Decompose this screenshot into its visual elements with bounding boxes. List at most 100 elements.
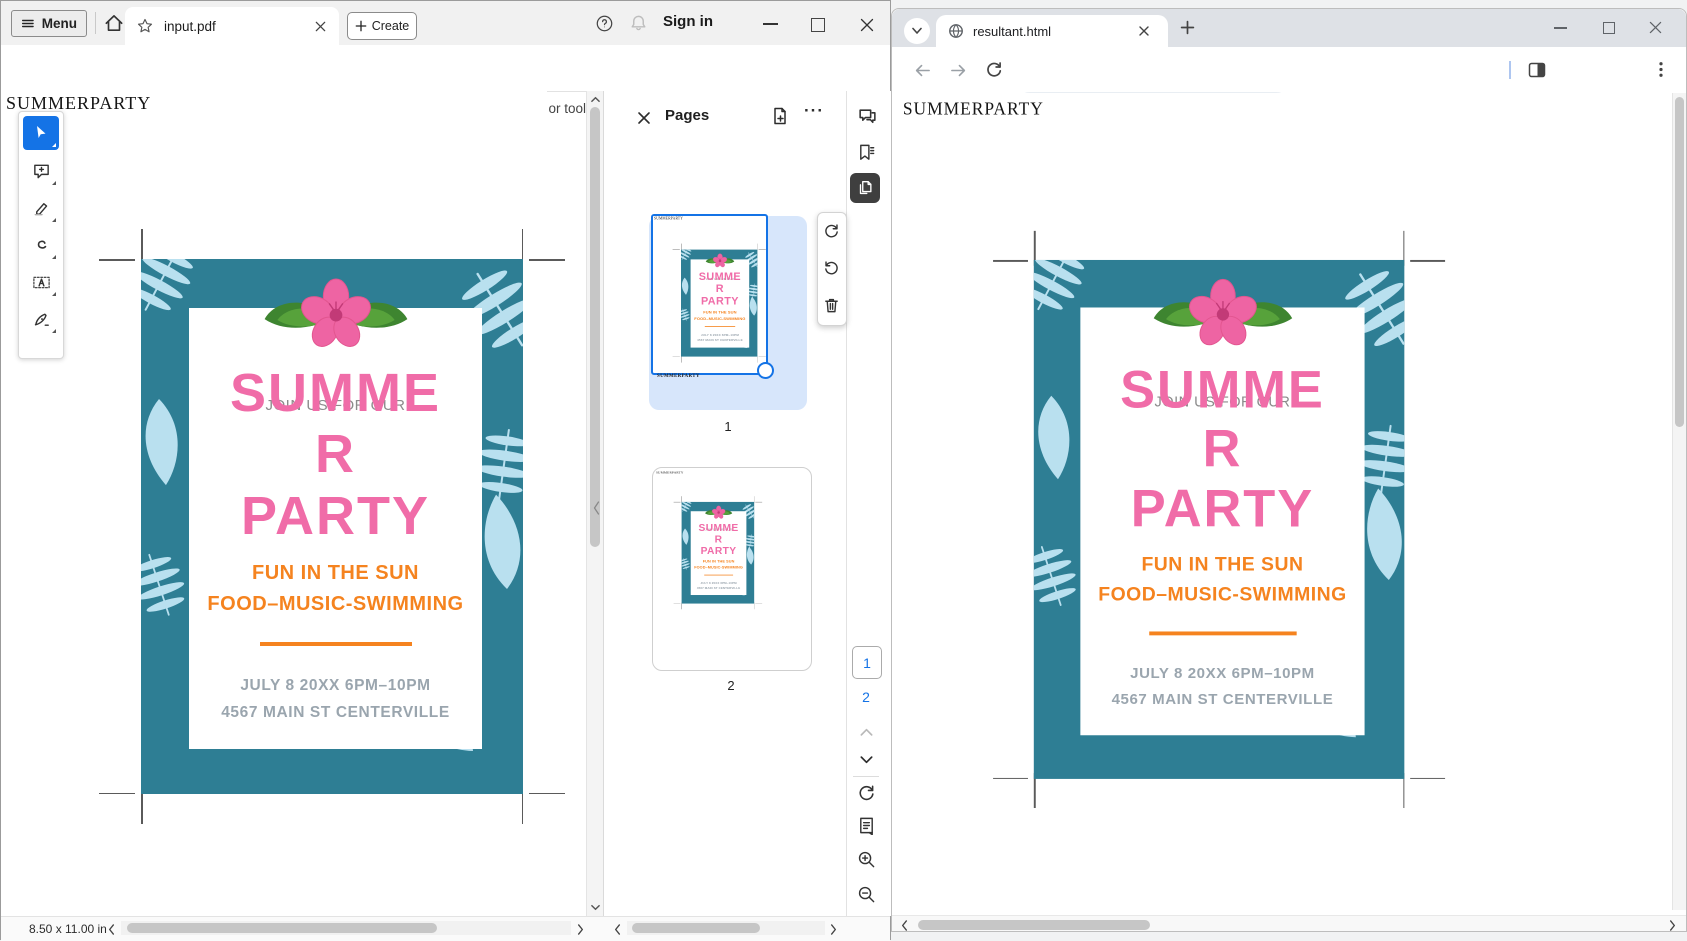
bell-icon	[629, 14, 648, 33]
tab-search-button[interactable]	[904, 18, 930, 44]
select-tool-button[interactable]	[23, 116, 59, 150]
summer-party-flyer: JOIN US FOR OUR SUMME R PARTY FUN IN THE…	[681, 250, 757, 357]
crop-mark	[529, 793, 565, 795]
side-panel-icon[interactable]	[1528, 61, 1546, 79]
flyer-tagline1: FUN IN THE SUN	[189, 562, 482, 585]
close-window-button[interactable]	[1649, 21, 1662, 34]
browser-vertical-scrollbar[interactable]	[1672, 93, 1687, 910]
flyer-title-line2: R	[189, 422, 482, 486]
acrobat-document-view: SUMMERPARTY	[1, 91, 547, 871]
rendered-html-page: SUMMERPARTY	[898, 97, 1428, 854]
maximize-button[interactable]	[1603, 22, 1615, 34]
scroll-down-arrow[interactable]	[591, 903, 600, 912]
panel-hscroll-thumb[interactable]	[632, 923, 760, 933]
flyer-address: 4567 MAIN ST CENTERVILLE	[691, 339, 750, 343]
panel-hscroll-right-arrow[interactable]	[829, 924, 838, 935]
browser-horizontal-scrollbar[interactable]	[892, 915, 1686, 932]
page-artifact-text: SUMMERPARTY	[903, 99, 1044, 119]
scroll-up-arrow[interactable]	[591, 95, 600, 104]
bookmarks-panel-icon[interactable]	[857, 143, 876, 162]
current-page-number: 1	[863, 655, 871, 671]
page1-thumbnail[interactable]: SUMMERPARTY	[653, 216, 762, 372]
current-page-indicator[interactable]: 1	[852, 646, 882, 679]
highlight-tool-button[interactable]	[23, 191, 59, 225]
fill-sign-pen-icon	[32, 310, 51, 329]
comment-tool-button[interactable]	[23, 154, 59, 188]
fill-sign-tool-button[interactable]	[23, 302, 59, 336]
flyer-title-line1: SUMME	[691, 522, 747, 533]
page-display-icon[interactable]	[857, 816, 876, 835]
star-icon[interactable]	[136, 17, 154, 35]
page2-thumbnail[interactable]: SUMMERPARTY	[655, 470, 759, 618]
panel-hscroll-left-arrow[interactable]	[613, 924, 622, 935]
acrobat-titlebar: Menu input.pdf Create Sign in	[1, 1, 890, 45]
crop-mark	[529, 259, 565, 261]
sign-in-link[interactable]: Sign in	[663, 13, 713, 30]
notifications-button[interactable]	[629, 14, 648, 33]
close-window-button[interactable]	[860, 18, 874, 32]
tab-close-icon[interactable]	[1138, 25, 1150, 37]
close-panel-icon[interactable]	[637, 111, 651, 125]
browser-hscroll-thumb[interactable]	[918, 920, 1150, 930]
draw-tool-button[interactable]	[23, 228, 59, 262]
hscroll-right-arrow[interactable]	[576, 924, 585, 935]
panel-horizontal-scrollbar[interactable]	[627, 921, 825, 935]
page1-selection-box[interactable]: SUMMERPARTY	[651, 214, 768, 375]
hscroll-left-arrow[interactable]	[107, 924, 116, 935]
document-horizontal-scrollbar[interactable]	[121, 921, 571, 935]
browser-window: resultant.html File D:/Groupdocs/groupdo…	[891, 8, 1687, 932]
zoom-in-icon[interactable]	[857, 850, 876, 869]
insert-page-icon[interactable]	[770, 106, 790, 126]
rotate-clockwise-icon[interactable]	[823, 223, 840, 240]
zoom-out-icon[interactable]	[857, 885, 876, 904]
rail-divider	[853, 776, 879, 777]
next-page-chevron[interactable]	[859, 752, 874, 767]
hscroll-right-arrow[interactable]	[1668, 920, 1677, 931]
chevron-down-icon	[912, 27, 922, 35]
back-icon[interactable]	[914, 62, 931, 79]
rotate-counterclockwise-icon[interactable]	[823, 260, 840, 277]
flyer-title-line2: R	[1080, 418, 1364, 480]
menu-button[interactable]: Menu	[11, 10, 87, 37]
extension-divider	[1509, 61, 1511, 79]
browser-tab[interactable]: resultant.html	[936, 15, 1168, 47]
quick-tools-rail	[18, 111, 64, 359]
create-button[interactable]: Create	[347, 12, 417, 40]
page2-jump-label[interactable]: 2	[859, 689, 873, 705]
flyer-card: JOIN US FOR OUR SUMME R PARTY FUN IN THE…	[691, 259, 750, 347]
kebab-menu-icon[interactable]	[1653, 60, 1669, 79]
pages-panel-toggle-active[interactable]	[850, 173, 880, 203]
forward-icon[interactable]	[950, 62, 967, 79]
document-tab[interactable]: input.pdf	[125, 7, 339, 45]
selection-resize-handle[interactable]	[757, 362, 774, 379]
maximize-button[interactable]	[811, 18, 825, 32]
flyer-title-line3: PARTY	[691, 295, 750, 307]
new-tab-icon[interactable]	[1180, 20, 1195, 35]
comments-panel-icon[interactable]	[857, 106, 878, 127]
panel-more-options[interactable]: ···	[804, 101, 824, 121]
flyer-title-line1: SUMME	[189, 364, 482, 422]
add-text-tool-button[interactable]	[23, 265, 59, 299]
page2-artifact-preview: SUMMERPARTY	[657, 374, 700, 379]
page1-number-label: 1	[649, 419, 807, 434]
panel-collapse-handle[interactable]	[592, 501, 601, 515]
flyer-address: 4567 MAIN ST CENTERVILLE	[691, 586, 747, 589]
minimize-button[interactable]	[1554, 27, 1567, 29]
delete-page-icon[interactable]	[823, 297, 840, 314]
minimize-button[interactable]	[763, 23, 778, 25]
reload-icon[interactable]	[985, 61, 1003, 79]
flyer-date: JULY 8 20XX 6PM–10PM	[691, 581, 747, 584]
refresh-icon[interactable]	[857, 784, 876, 803]
hscroll-thumb[interactable]	[127, 923, 437, 933]
help-button[interactable]	[595, 14, 614, 33]
vertical-scroll-thumb[interactable]	[590, 107, 600, 547]
help-icon	[595, 14, 614, 33]
add-text-icon	[32, 273, 51, 292]
page2-thumbnail-card[interactable]: SUMMERPARTY	[652, 467, 812, 671]
browser-vscroll-thumb[interactable]	[1675, 97, 1684, 427]
home-button[interactable]	[103, 12, 125, 34]
pdf-page: SUMMERPARTY	[653, 216, 762, 372]
tab-close-icon[interactable]	[314, 20, 327, 33]
hscroll-left-arrow[interactable]	[900, 920, 909, 931]
previous-page-chevron[interactable]	[859, 725, 874, 740]
